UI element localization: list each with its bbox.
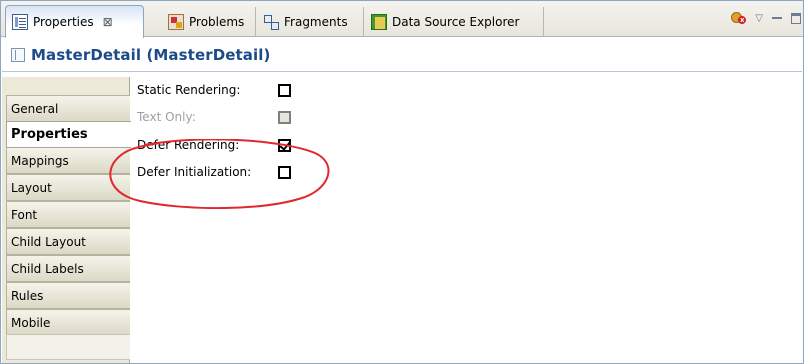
tab-fragments[interactable]: Fragments xyxy=(257,7,364,37)
tab-fragments-label: Fragments xyxy=(284,15,348,29)
tab-properties-label: Properties xyxy=(33,15,94,29)
category-tab-filler xyxy=(6,334,130,360)
view-toolbar: ▽ xyxy=(730,9,803,27)
property-label: Text Only: xyxy=(137,110,196,124)
properties-header: MasterDetail (MasterDetail) xyxy=(2,38,802,72)
category-tab-general[interactable]: General xyxy=(6,95,130,122)
static-rendering-checkbox[interactable] xyxy=(278,84,291,97)
category-tab-child-layout[interactable]: Child Layout xyxy=(6,228,130,255)
view-tab-bar: Properties ⊠ Problems Fragments Data Sou… xyxy=(1,1,803,38)
category-tab-label: Mobile xyxy=(11,315,51,330)
category-tab-label: Font xyxy=(11,207,38,222)
category-tab-mobile[interactable]: Mobile xyxy=(6,309,130,336)
minimize-icon[interactable] xyxy=(772,17,782,19)
problems-icon xyxy=(168,14,184,30)
category-tab-label: General xyxy=(11,101,59,116)
category-tab-properties[interactable]: Properties xyxy=(6,121,131,148)
category-tab-label: Child Labels xyxy=(11,261,84,276)
tab-properties[interactable]: Properties ⊠ xyxy=(5,5,144,38)
tab-problems[interactable]: Problems xyxy=(162,7,256,37)
property-row-static-rendering: Static Rendering: xyxy=(137,81,291,99)
property-row-text-only: Text Only: xyxy=(137,108,291,126)
property-label: Static Rendering: xyxy=(137,83,241,97)
close-icon[interactable]: ⊠ xyxy=(103,16,113,28)
text-only-checkbox xyxy=(278,111,291,124)
tab-problems-label: Problems xyxy=(189,15,245,29)
view-menu-icon[interactable]: ▽ xyxy=(755,13,763,24)
annotation-ellipse xyxy=(109,139,330,209)
page-title: MasterDetail (MasterDetail) xyxy=(31,45,271,64)
category-tab-label: Properties xyxy=(11,127,88,142)
properties-view: Properties ⊠ Problems Fragments Data Sou… xyxy=(0,0,804,364)
fragments-icon xyxy=(263,14,279,30)
maximize-icon[interactable] xyxy=(791,12,801,24)
category-tab-label: Layout xyxy=(11,180,52,195)
category-tab-label: Rules xyxy=(11,288,44,303)
data-source-explorer-icon xyxy=(371,14,387,30)
tab-data-source-explorer-label: Data Source Explorer xyxy=(392,15,520,29)
tab-data-source-explorer[interactable]: Data Source Explorer xyxy=(365,7,544,37)
category-tab-label: Mappings xyxy=(11,153,69,168)
properties-icon xyxy=(12,14,28,30)
category-tab-list: General Properties Mappings Layout Font … xyxy=(2,77,131,363)
component-icon xyxy=(11,47,25,62)
category-tab-rules[interactable]: Rules xyxy=(6,282,130,309)
category-tab-label: Child Layout xyxy=(11,234,86,249)
category-tab-child-labels[interactable]: Child Labels xyxy=(6,255,130,282)
pin-error-icon[interactable] xyxy=(730,10,747,26)
